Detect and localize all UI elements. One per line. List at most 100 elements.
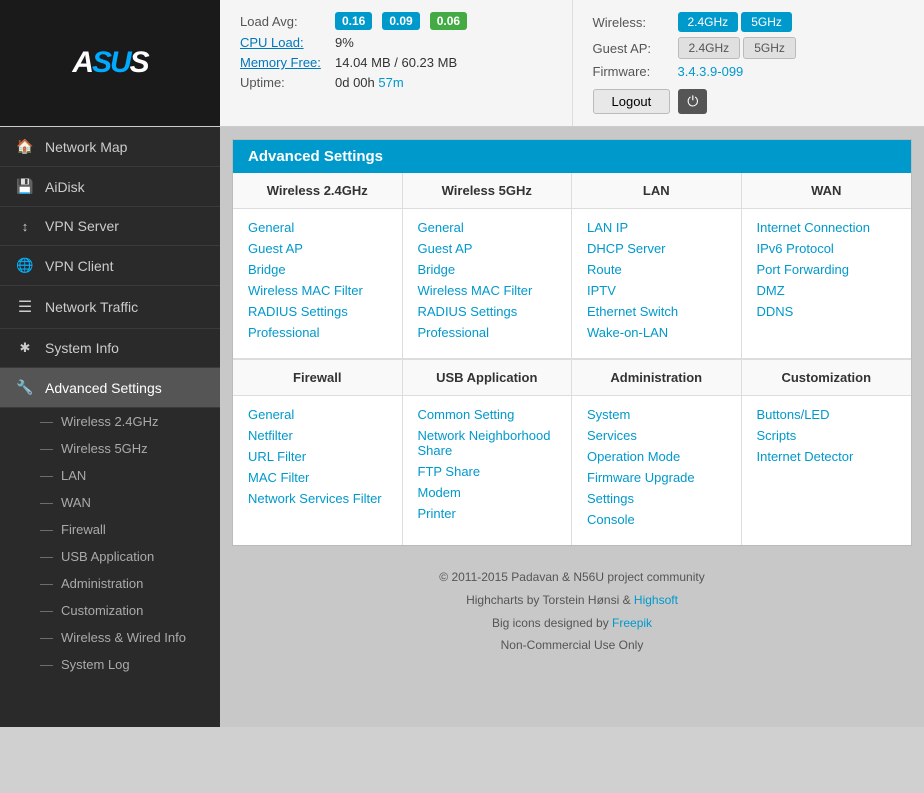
- link-w5-mac-filter[interactable]: Wireless MAC Filter: [418, 280, 557, 301]
- link-modem[interactable]: Modem: [418, 482, 557, 503]
- footer-line4: Non-Commercial Use Only: [252, 634, 892, 657]
- sidebar-sub-wan[interactable]: — WAN: [0, 489, 220, 516]
- guest-ap-btn-group: 2.4GHz 5GHz: [678, 37, 796, 59]
- link-internet-detector[interactable]: Internet Detector: [757, 446, 897, 467]
- cpu-load-value: 9%: [335, 35, 354, 50]
- link-fw-general[interactable]: General: [248, 404, 387, 425]
- firmware-value: 3.4.3.9-099: [678, 64, 744, 79]
- sidebar-label-vpn-client: VPN Client: [45, 258, 113, 274]
- link-iptv[interactable]: IPTV: [587, 280, 726, 301]
- sidebar-item-vpn-client[interactable]: 🌐 VPN Client: [0, 246, 220, 286]
- link-route[interactable]: Route: [587, 259, 726, 280]
- sidebar-item-aidisk[interactable]: 💾 AiDisk: [0, 167, 220, 207]
- sub-dash-icon-7: —: [40, 576, 53, 591]
- wireless-btn-group: 2.4GHz 5GHz: [678, 12, 792, 32]
- link-lan-ip[interactable]: LAN IP: [587, 217, 726, 238]
- freepik-link[interactable]: Freepik: [612, 616, 652, 630]
- logo-area: ASUS: [0, 0, 220, 126]
- sidebar-sub-wireless-wired[interactable]: — Wireless & Wired Info: [0, 624, 220, 651]
- sidebar: 🏠 Network Map 💾 AiDisk ↕ VPN Server 🌐 VP…: [0, 127, 220, 727]
- guest-ap-5-button[interactable]: 5GHz: [743, 37, 796, 59]
- link-settings[interactable]: Settings: [587, 488, 726, 509]
- sidebar-item-network-map[interactable]: 🏠 Network Map: [0, 127, 220, 167]
- sidebar-sub-wireless-5[interactable]: — Wireless 5GHz: [0, 435, 220, 462]
- sidebar-label-advanced-settings: Advanced Settings: [45, 380, 162, 396]
- link-scripts[interactable]: Scripts: [757, 425, 897, 446]
- wireless-label: Wireless:: [593, 15, 668, 30]
- sidebar-label-system-info: System Info: [45, 340, 119, 356]
- sidebar-sub-wireless-24[interactable]: — Wireless 2.4GHz: [0, 408, 220, 435]
- link-firmware-upgrade[interactable]: Firmware Upgrade: [587, 467, 726, 488]
- link-ftp-share[interactable]: FTP Share: [418, 461, 557, 482]
- sub-dash-icon-2: —: [40, 441, 53, 456]
- link-w5-bridge[interactable]: Bridge: [418, 259, 557, 280]
- link-w24-professional[interactable]: Professional: [248, 322, 387, 343]
- link-dhcp-server[interactable]: DHCP Server: [587, 238, 726, 259]
- highsoft-link[interactable]: Highsoft: [634, 593, 678, 607]
- link-w24-guest-ap[interactable]: Guest AP: [248, 238, 387, 259]
- link-w24-radius[interactable]: RADIUS Settings: [248, 301, 387, 322]
- link-w24-mac-filter[interactable]: Wireless MAC Filter: [248, 280, 387, 301]
- link-netfilter[interactable]: Netfilter: [248, 425, 387, 446]
- link-common-setting[interactable]: Common Setting: [418, 404, 557, 425]
- link-url-filter[interactable]: URL Filter: [248, 446, 387, 467]
- link-w5-professional[interactable]: Professional: [418, 322, 557, 343]
- link-system[interactable]: System: [587, 404, 726, 425]
- sidebar-item-advanced-settings[interactable]: 🔧 Advanced Settings: [0, 368, 220, 408]
- link-internet-connection[interactable]: Internet Connection: [757, 217, 897, 238]
- link-w24-general[interactable]: General: [248, 217, 387, 238]
- logout-button[interactable]: Logout: [593, 89, 671, 114]
- sub-dash-icon-10: —: [40, 657, 53, 672]
- col-lan: LAN IP DHCP Server Route IPTV Ethernet S…: [572, 209, 742, 358]
- col-header-wireless-24: Wireless 2.4GHz: [233, 173, 403, 208]
- link-w5-radius[interactable]: RADIUS Settings: [418, 301, 557, 322]
- link-dmz[interactable]: DMZ: [757, 280, 897, 301]
- content-header: Advanced Settings: [233, 140, 911, 173]
- load-badge-1: 0.16: [335, 12, 372, 30]
- link-ipv6-protocol[interactable]: IPv6 Protocol: [757, 238, 897, 259]
- sidebar-sub-administration[interactable]: — Administration: [0, 570, 220, 597]
- guest-ap-24-button[interactable]: 2.4GHz: [678, 37, 741, 59]
- link-network-neighborhood[interactable]: Network Neighborhood Share: [418, 425, 557, 461]
- link-network-services-filter[interactable]: Network Services Filter: [248, 488, 387, 509]
- link-mac-filter[interactable]: MAC Filter: [248, 467, 387, 488]
- sidebar-sub-system-log[interactable]: — System Log: [0, 651, 220, 678]
- power-button[interactable]: ⏻: [678, 89, 707, 114]
- sidebar-item-system-info[interactable]: ✱ System Info: [0, 329, 220, 368]
- link-wake-on-lan[interactable]: Wake-on-LAN: [587, 322, 726, 343]
- link-port-forwarding[interactable]: Port Forwarding: [757, 259, 897, 280]
- col-administration: System Services Operation Mode Firmware …: [572, 396, 742, 545]
- content-box: Advanced Settings Wireless 2.4GHz Wirele…: [232, 139, 912, 546]
- link-services[interactable]: Services: [587, 425, 726, 446]
- col-header-lan: LAN: [572, 173, 742, 208]
- wireless-5-button[interactable]: 5GHz: [741, 12, 792, 32]
- footer-line2: Highcharts by Torstein Hønsi & Highsoft: [252, 589, 892, 612]
- link-ethernet-switch[interactable]: Ethernet Switch: [587, 301, 726, 322]
- load-avg-label: Load Avg:: [240, 14, 325, 29]
- col-header-firewall: Firewall: [233, 360, 403, 395]
- link-w24-bridge[interactable]: Bridge: [248, 259, 387, 280]
- link-operation-mode[interactable]: Operation Mode: [587, 446, 726, 467]
- link-buttons-led[interactable]: Buttons/LED: [757, 404, 897, 425]
- sidebar-sub-lan[interactable]: — LAN: [0, 462, 220, 489]
- sidebar-sub-usb-app[interactable]: — USB Application: [0, 543, 220, 570]
- link-ddns[interactable]: DDNS: [757, 301, 897, 322]
- sub-dash-icon-8: —: [40, 603, 53, 618]
- link-console[interactable]: Console: [587, 509, 726, 530]
- sidebar-item-network-traffic[interactable]: ☰ Network Traffic: [0, 286, 220, 329]
- col-wan: Internet Connection IPv6 Protocol Port F…: [742, 209, 912, 358]
- link-w5-guest-ap[interactable]: Guest AP: [418, 238, 557, 259]
- sidebar-sub-firewall[interactable]: — Firewall: [0, 516, 220, 543]
- col-usb-app: Common Setting Network Neighborhood Shar…: [403, 396, 573, 545]
- load-badge-3: 0.06: [430, 12, 467, 30]
- wireless-24-button[interactable]: 2.4GHz: [678, 12, 739, 32]
- sidebar-sub-customization[interactable]: — Customization: [0, 597, 220, 624]
- link-w5-general[interactable]: General: [418, 217, 557, 238]
- sidebar-label-network-traffic: Network Traffic: [45, 299, 138, 315]
- vpn-client-icon: 🌐: [15, 257, 35, 274]
- link-printer[interactable]: Printer: [418, 503, 557, 524]
- sidebar-label-network-map: Network Map: [45, 139, 127, 155]
- traffic-icon: ☰: [15, 297, 35, 317]
- sidebar-item-vpn-server[interactable]: ↕ VPN Server: [0, 207, 220, 246]
- col-firewall: General Netfilter URL Filter MAC Filter …: [233, 396, 403, 545]
